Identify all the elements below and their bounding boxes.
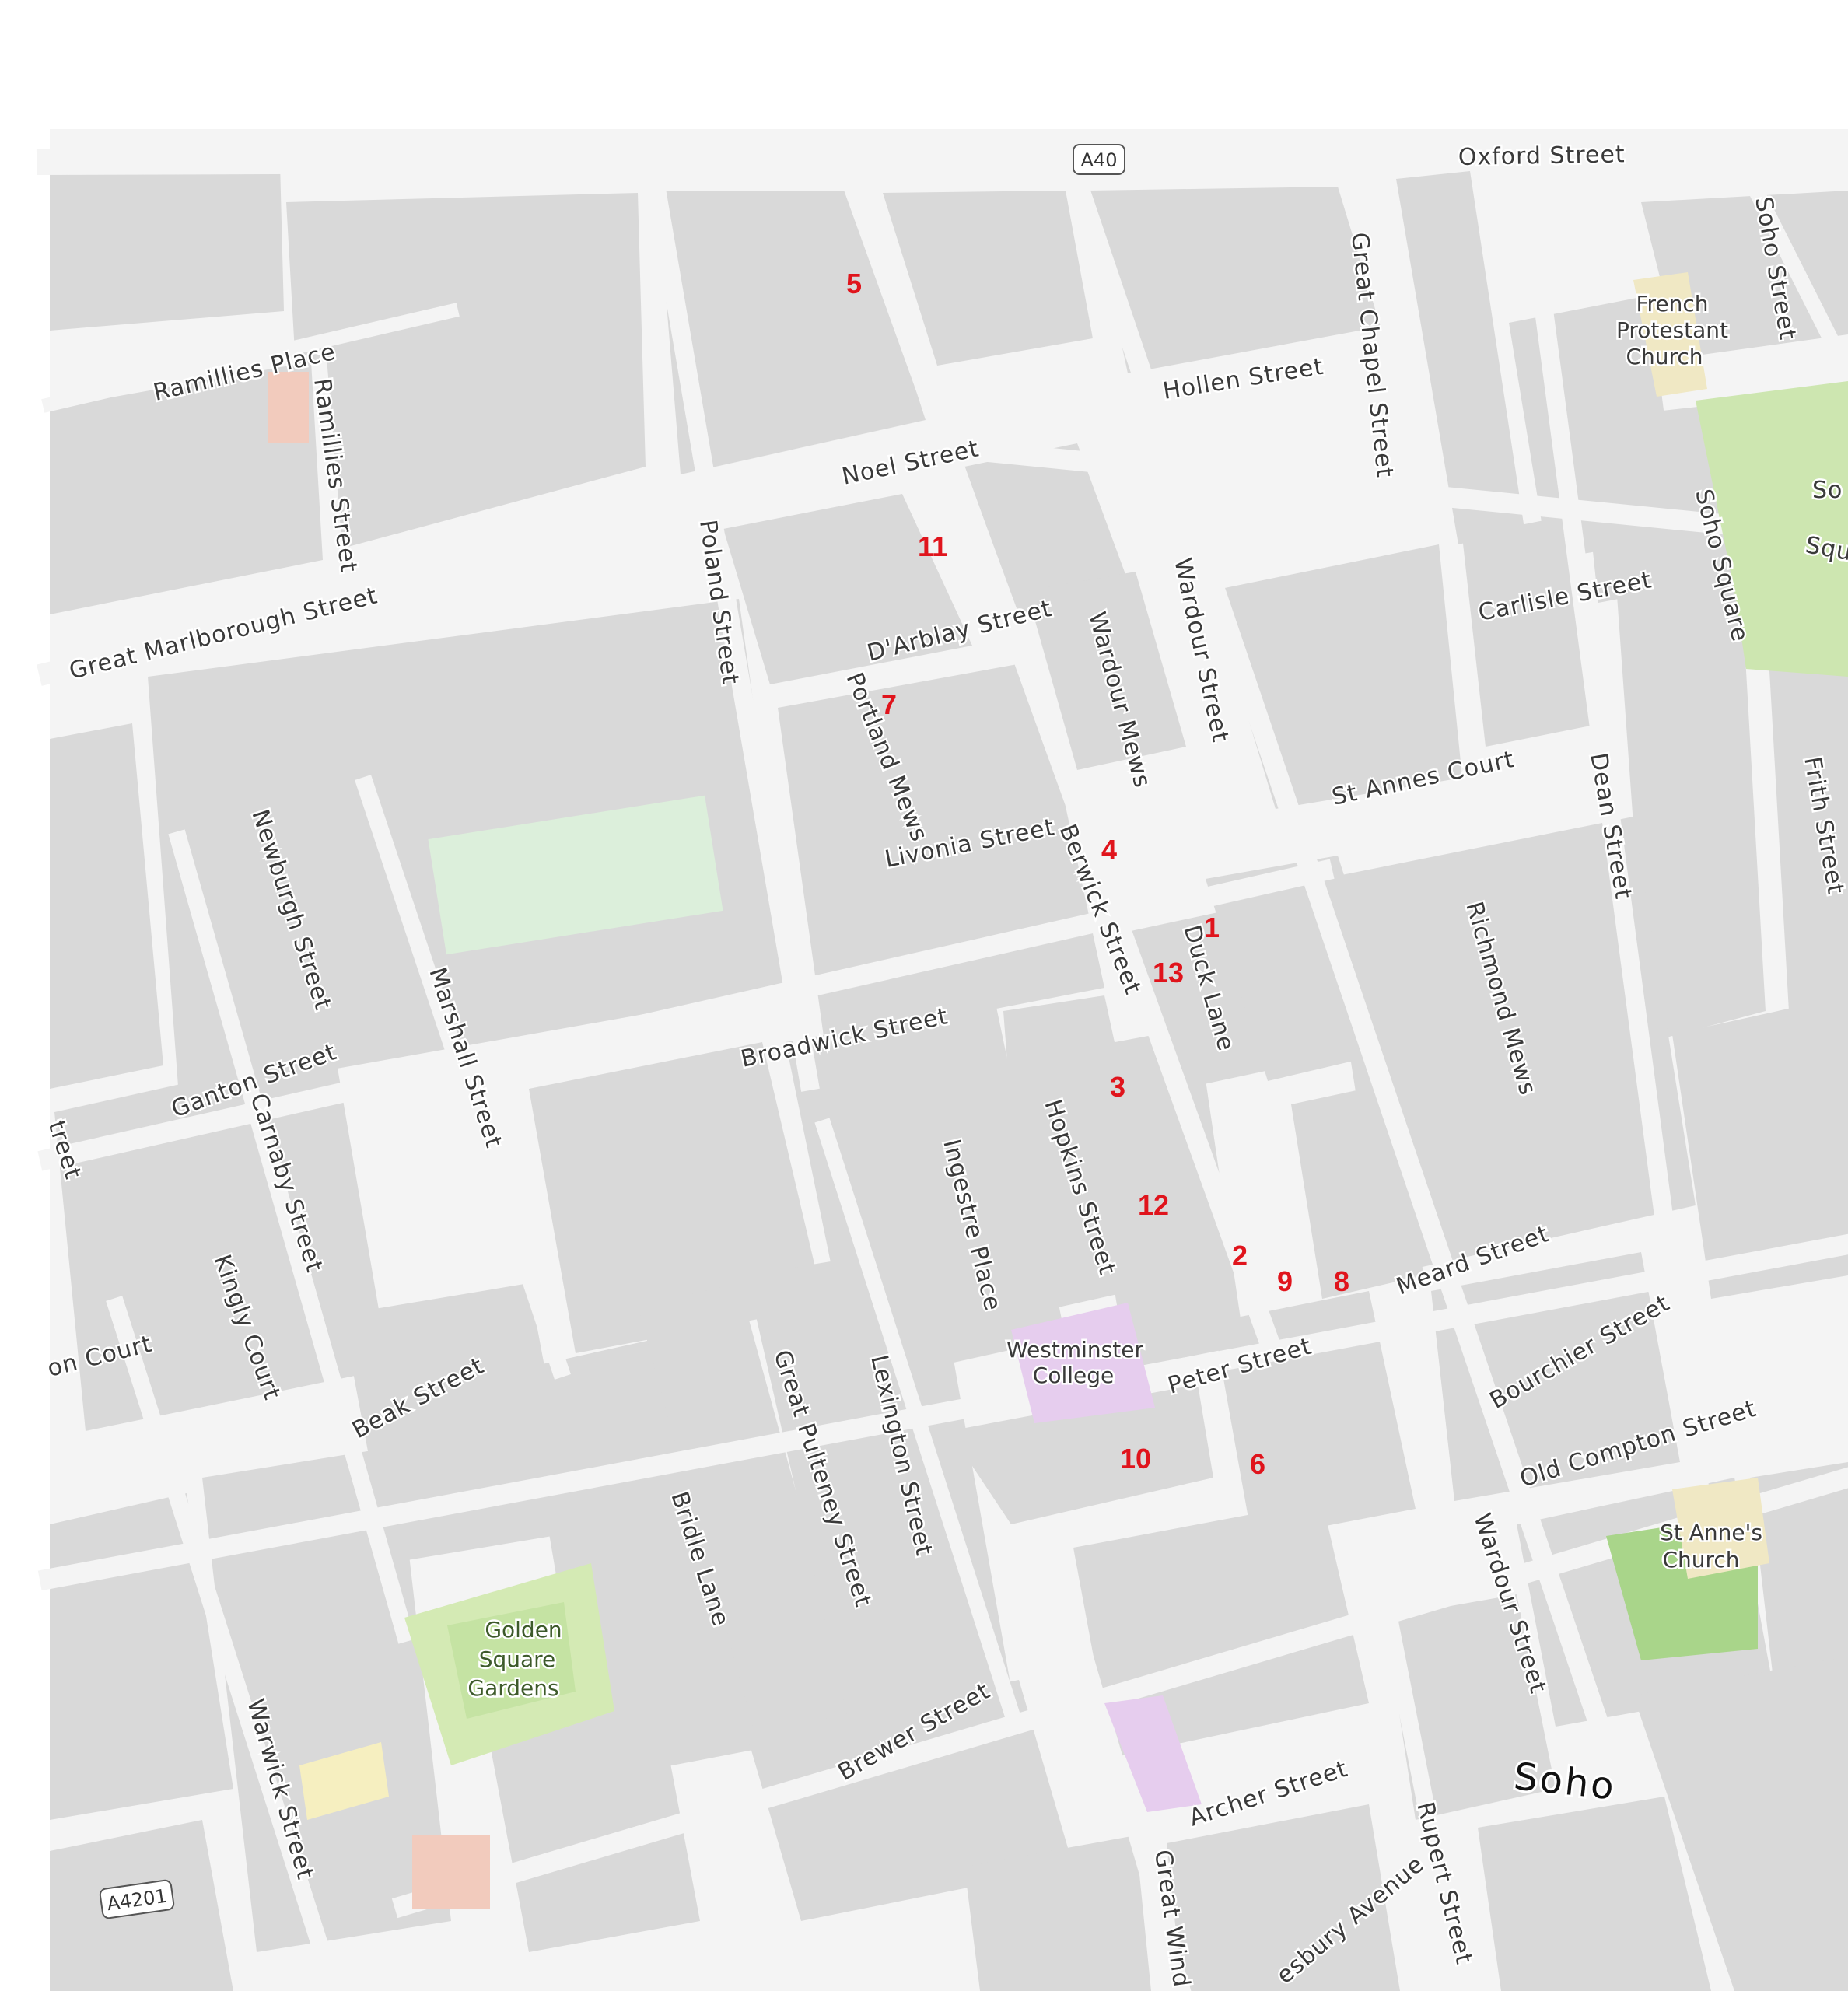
poi-label-westminster-college: College [1033,1363,1114,1388]
poi-label-westminster-college: Westminster [1006,1337,1143,1363]
marker-12: 12 [1138,1189,1169,1221]
pink-building [412,1835,490,1909]
poi-label-french-church: Protestant [1616,317,1728,343]
park-label-golden-square: Gardens [467,1675,558,1701]
poi-label-french-church: French [1636,291,1708,317]
marker-5: 5 [846,268,862,299]
park-label-golden-square: Square [479,1646,556,1672]
marker-6: 6 [1250,1448,1265,1480]
street-label-oxford: Oxford Street [1458,141,1626,171]
road-shield-a40: A40 [1073,144,1125,175]
poi-label-st-annes-church: Church [1662,1547,1739,1573]
soho-map[interactable]: A40 A4201 Oxford Street Ramillies Place … [0,0,1848,1991]
marker-3: 3 [1110,1071,1125,1103]
marker-7: 7 [881,688,897,720]
marker-13: 13 [1153,957,1184,989]
street-label-soho-square-park: So [1812,477,1843,504]
marker-10: 10 [1120,1443,1151,1475]
road-shield-a40-text: A40 [1081,149,1118,171]
marker-11: 11 [918,530,947,562]
marker-2: 2 [1232,1240,1248,1272]
marker-4: 4 [1101,834,1117,866]
marker-9: 9 [1277,1265,1293,1297]
city-block [50,163,284,331]
marker-1: 1 [1204,912,1220,943]
pink-building [268,372,309,443]
poi-label-french-church: Church [1626,344,1703,369]
park-label-golden-square: Golden [485,1617,562,1643]
poi-label-st-annes-church: St Anne's [1660,1520,1762,1545]
marker-8: 8 [1334,1265,1349,1297]
